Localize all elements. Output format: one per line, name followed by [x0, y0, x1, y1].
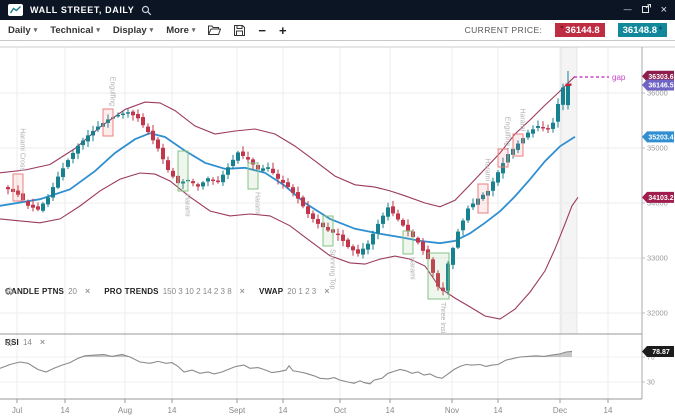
x-axis-label: Nov: [445, 406, 459, 415]
remove-icon[interactable]: ×: [85, 287, 90, 296]
pattern-box: [478, 184, 488, 213]
pattern-label: Harami Cross: [19, 128, 26, 171]
buy-price-value: 36148.8: [623, 25, 657, 36]
chevron-down-icon: ▾: [192, 26, 196, 34]
pattern-box: [178, 151, 188, 191]
chart-area[interactable]: Harami Cross Engulfing Harami Harami Spinnin…: [0, 41, 675, 419]
x-axis-label: 14: [604, 406, 613, 415]
pattern-label: Harami: [254, 192, 261, 215]
instrument-title: WALL STREET, DAILY: [30, 5, 134, 15]
rsi-level-label: 30: [647, 380, 655, 387]
arrow-down-icon: ▾: [560, 24, 563, 31]
current-price-label: CURRENT PRICE:: [465, 25, 543, 35]
indicator-pro-trends: PRO TRENDS 150 3 10 2 14 2 3 8 ×: [104, 287, 245, 296]
chevron-down-icon: ▾: [96, 26, 100, 34]
chevron-down-icon: ▾: [150, 26, 154, 34]
pattern-box: [248, 163, 258, 189]
zoom-in-icon[interactable]: +: [279, 24, 287, 37]
buy-price-button[interactable]: 36148.8 ▴: [618, 23, 667, 37]
last-price-tick: [566, 84, 572, 86]
pattern-box: [428, 253, 449, 299]
menu-technical[interactable]: Technical▾: [50, 25, 100, 36]
menu-more[interactable]: More▾: [166, 25, 195, 36]
pattern-box: [513, 134, 523, 156]
menu-timeframe[interactable]: Daily▾: [8, 25, 37, 36]
pattern-label: Harami: [519, 108, 526, 131]
search-icon[interactable]: [141, 5, 152, 16]
sell-price-button[interactable]: ▾ 36144.8: [555, 23, 604, 37]
minimize-icon[interactable]: —: [624, 6, 632, 14]
main-indicator-row: CANDLE PTNS 20 × PRO TRENDS 150 3 10 2 1…: [5, 287, 329, 296]
trading-app-window: WALL STREET, DAILY — × Daily▾ Technical▾…: [0, 0, 675, 419]
candlestick-chart[interactable]: Harami Cross Engulfing Harami Harami Spinnin…: [0, 41, 675, 419]
x-axis-label: Aug: [118, 406, 132, 415]
gap-label: gap: [612, 73, 626, 82]
x-axis-label: 14: [61, 406, 70, 415]
chevron-down-icon: ▾: [34, 26, 38, 34]
rsi-badge-value: 78.87: [652, 349, 670, 356]
y-axis-label: 35000: [647, 144, 668, 153]
window-controls: — ×: [624, 4, 667, 16]
remove-icon[interactable]: ×: [240, 287, 245, 296]
pattern-box: [13, 174, 23, 201]
indicator-vwap: VWAP 20 1 2 3 ×: [259, 287, 330, 296]
save-icon[interactable]: [234, 25, 245, 36]
sell-price-value: 36144.8: [565, 25, 599, 36]
x-axis-label: Sept: [229, 406, 246, 415]
remove-icon[interactable]: ×: [40, 338, 45, 347]
x-axis-label: 14: [279, 406, 288, 415]
pattern-label: Spinning Top: [329, 249, 336, 289]
close-icon[interactable]: ×: [661, 5, 667, 16]
pattern-label: Harami: [484, 158, 491, 181]
x-axis-label: Jul: [12, 406, 22, 415]
pattern-box: [403, 231, 413, 254]
chart-logo-icon: [8, 4, 23, 16]
rsi-indicator-row: RSI 14 ×: [5, 338, 45, 347]
price-badge-value: 36146.5: [648, 83, 673, 90]
y-axis-label: 32000: [647, 309, 668, 318]
y-axis-label: 33000: [647, 254, 668, 263]
pattern-label: Harami: [184, 194, 191, 217]
pattern-label: Engulfing: [109, 77, 116, 106]
pattern-label: Harami: [409, 257, 416, 280]
zoom-out-icon[interactable]: −: [258, 24, 266, 37]
x-axis-label: 14: [168, 406, 177, 415]
price-badge-value: 34103.2: [648, 195, 673, 202]
menu-display[interactable]: Display▾: [113, 25, 153, 36]
price-badge-value: 35203.4: [648, 134, 673, 141]
arrow-up-icon: ▴: [659, 24, 662, 31]
popout-icon[interactable]: [642, 4, 651, 16]
pattern-box: [498, 149, 508, 167]
pattern-label: Engulfing: [504, 117, 511, 146]
remove-icon[interactable]: ×: [324, 287, 329, 296]
x-axis-label: 14: [494, 406, 503, 415]
indicator-candle-ptns: CANDLE PTNS 20 ×: [5, 287, 90, 296]
pattern-box: [323, 216, 333, 246]
titlebar: WALL STREET, DAILY — ×: [0, 0, 675, 20]
x-axis-label: Dec: [553, 406, 567, 415]
x-axis-label: Oct: [334, 406, 347, 415]
pattern-box: [103, 109, 113, 136]
open-folder-icon[interactable]: [208, 25, 221, 35]
x-axis-label: 14: [386, 406, 395, 415]
indicator-rsi: RSI 14 ×: [5, 338, 45, 347]
toolbar: Daily▾ Technical▾ Display▾ More▾ − + CUR…: [0, 20, 675, 41]
